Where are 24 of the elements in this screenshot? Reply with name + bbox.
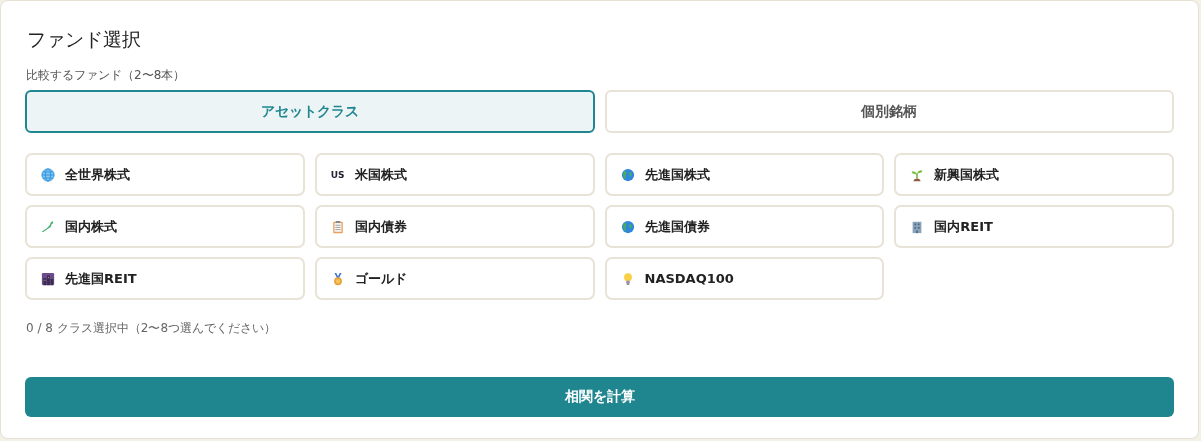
tab[interactable]: アセットクラス <box>25 90 595 133</box>
asset-class-option[interactable]: 先進国株式 <box>604 153 885 196</box>
cityscape-icon <box>41 271 55 286</box>
globe-icon <box>41 167 55 182</box>
asset-class-option[interactable]: 国内REIT <box>894 205 1174 248</box>
asset-class-option[interactable]: 国内債券 <box>314 205 595 248</box>
section-title: ファンド選択 <box>27 28 142 52</box>
globe-icon <box>620 167 635 182</box>
field-label: 比較するファンド（2〜8本） <box>26 67 187 84</box>
globe-icon <box>620 219 635 234</box>
asset-class-option[interactable]: 全世界株式 <box>25 153 305 196</box>
calculate-button[interactable]: 相関を計算 <box>25 377 1174 417</box>
asset-class-option[interactable]: NASDAQ100 <box>604 257 885 300</box>
asset-class-option[interactable]: 先進国REIT <box>25 257 305 300</box>
asset-class-option[interactable]: 国内株式 <box>25 205 305 248</box>
selection-status: 0 / 8 クラス選択中（2〜8つ選んでください） <box>26 320 278 337</box>
asset-class-option[interactable]: ゴールド <box>314 257 595 300</box>
country-code-label: US <box>330 169 345 180</box>
asset-class-option[interactable]: US 米国株式 <box>314 153 595 196</box>
tab[interactable]: 個別銘柄 <box>604 90 1174 133</box>
sprout-icon <box>910 167 925 182</box>
clipboard-icon <box>330 219 345 234</box>
asset-class-option[interactable]: 新興国株式 <box>894 153 1174 196</box>
asset-class-option[interactable]: 先進国債券 <box>604 205 885 248</box>
